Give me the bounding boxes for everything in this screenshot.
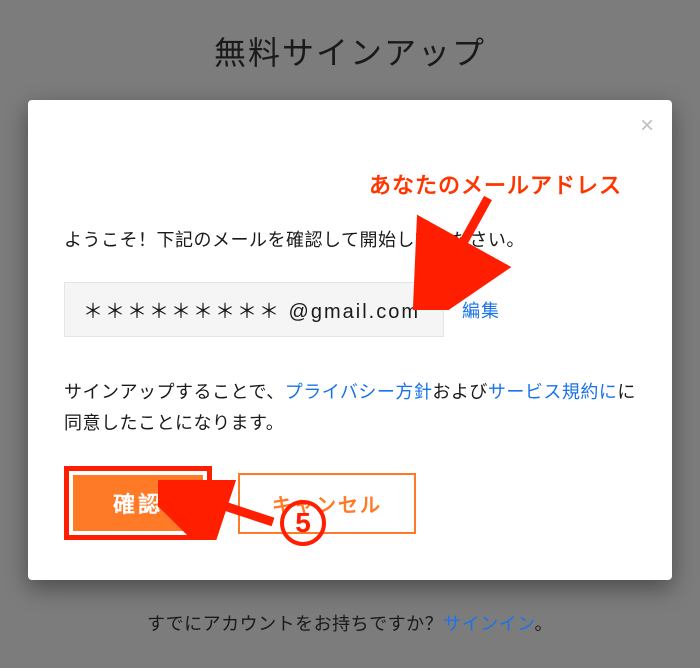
signup-modal: × あなたのメールアドレス ようこそ！下記のメールを確認して開始してください。 … [28,100,672,580]
privacy-link[interactable]: プライバシー方針 [285,382,433,402]
terms-mid: および [432,382,488,402]
confirm-highlight-box: 確認 [64,466,212,540]
terms-text: サインアップすることで、プライバシー方針およびサービス規約にに同意したことになり… [64,377,636,438]
welcome-text: ようこそ！下記のメールを確認して開始してください。 [64,226,636,252]
footer-pre: すでにアカウントをお持ちですか？ [147,614,443,634]
page-title: 無料サインアップ [0,0,700,74]
tos-link[interactable]: サービス規約に [488,382,618,402]
annotation-email-label: あなたのメールアドレス [369,168,622,200]
footer: すでにアカウントをお持ちですか？サインイン。 [0,610,700,636]
terms-pre: サインアップすることで、 [64,382,285,402]
footer-post: 。 [535,614,554,634]
cancel-button[interactable]: キャンセル [238,473,416,534]
button-row: 確認 キャンセル [64,466,636,540]
confirm-button[interactable]: 確認 [73,475,203,531]
email-display: ＊＊＊＊＊＊＊＊＊ @gmail.com [64,282,444,337]
close-icon[interactable]: × [640,114,654,138]
signin-link[interactable]: サインイン [443,614,534,634]
edit-link[interactable]: 編集 [462,297,500,323]
email-row: ＊＊＊＊＊＊＊＊＊ @gmail.com 編集 [64,282,636,337]
step-number-badge: 5 [280,500,326,546]
